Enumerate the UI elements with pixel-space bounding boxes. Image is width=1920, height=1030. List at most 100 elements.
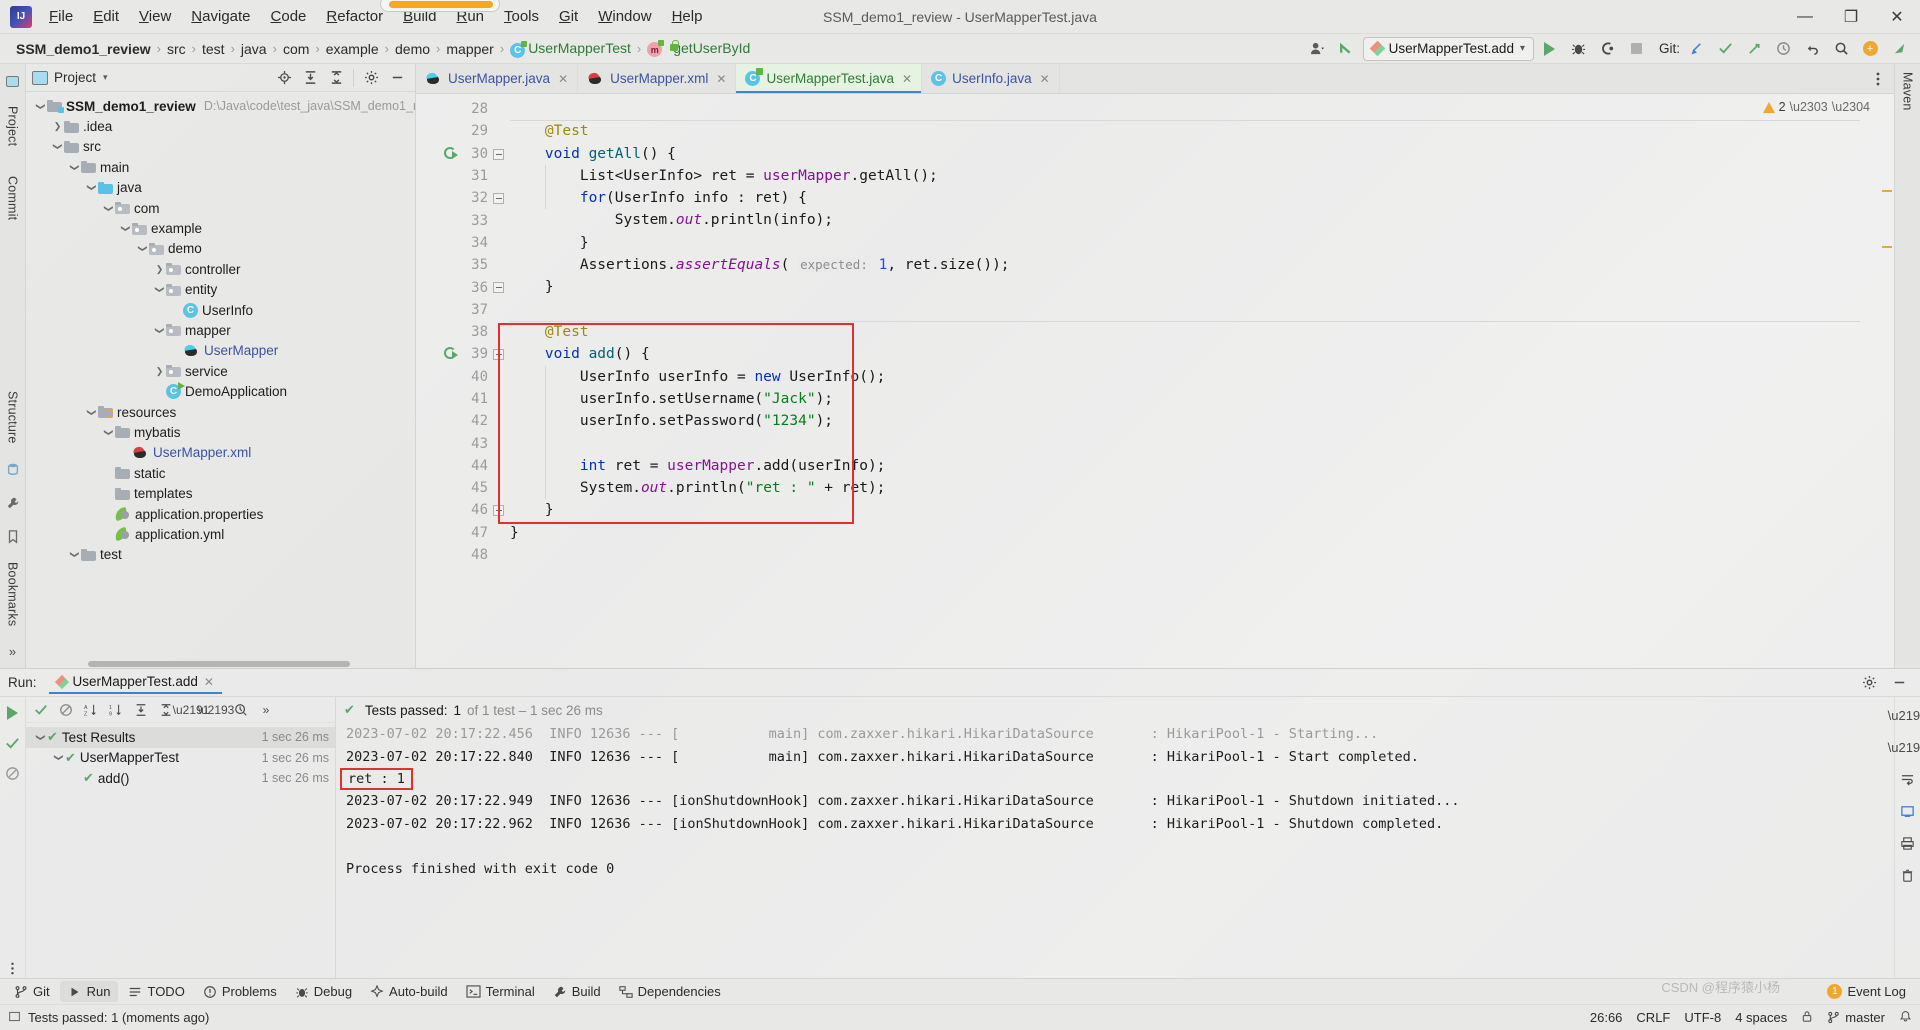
search-everywhere-icon[interactable] — [1828, 37, 1854, 61]
build-tools-rail-icon[interactable] — [3, 493, 23, 513]
tree-node-test[interactable]: ❯ test — [26, 545, 415, 565]
chevron-down-icon[interactable]: ❯ — [69, 161, 80, 174]
breadcrumb-src[interactable]: src — [161, 41, 192, 57]
breadcrumb-test[interactable]: test — [196, 41, 231, 57]
sort-by-duration-icon[interactable]: 19 — [105, 700, 127, 720]
code-line-37[interactable] — [494, 299, 1880, 321]
rerun-icon[interactable] — [3, 703, 23, 723]
git-push-icon[interactable] — [1741, 37, 1767, 61]
menu-item-window[interactable]: Window — [589, 4, 660, 29]
chevron-down-icon[interactable]: ❯ — [35, 731, 46, 744]
tree-node-entity[interactable]: ❯ entity — [26, 280, 415, 300]
bottom-bar-run[interactable]: Run — [59, 981, 119, 1002]
editor-gutter[interactable]: 28 29 30 31 32 33 34 35 36 37 38 39 40 41 42 43 44 45 46 47… — [416, 94, 504, 668]
scroll-up-icon[interactable]: \u2191 — [1888, 705, 1920, 725]
code-line-36[interactable]: } — [494, 276, 1880, 298]
editor-tabs-actions[interactable] — [1870, 64, 1894, 93]
tree-node-demo[interactable]: ❯ demo — [26, 239, 415, 259]
tree-node-userinfo[interactable]: ❯CUserInfo — [26, 300, 415, 320]
tree-node-application-properties[interactable]: ❯application.properties — [26, 504, 415, 524]
expand-all-icon[interactable] — [130, 700, 152, 720]
gutter-line-32[interactable]: 32 — [416, 187, 504, 209]
gutter-line-39[interactable]: 39 — [416, 343, 504, 365]
tree-node-src[interactable]: ❯ src — [26, 137, 415, 157]
breadcrumb-com[interactable]: com — [277, 41, 315, 57]
sidebar-item-structure[interactable]: Structure — [6, 383, 20, 452]
caret-position[interactable]: 26:66 — [1590, 1010, 1623, 1025]
run-test-gutter-icon[interactable] — [444, 347, 459, 362]
code-line-47[interactable]: } — [494, 522, 1880, 544]
gutter-line-38[interactable]: 38 — [416, 321, 494, 343]
gutter-line-47[interactable]: 47 — [416, 522, 494, 544]
soft-wrap-icon[interactable] — [1898, 769, 1918, 789]
editor-tab-usermapper-java[interactable]: UserMapper.java ✕ — [416, 64, 579, 93]
chevron-down-icon[interactable]: ❯ — [86, 181, 97, 194]
close-icon[interactable]: ✕ — [716, 72, 726, 86]
notifications-icon[interactable] — [1899, 1010, 1912, 1026]
editor-marker-bar[interactable] — [1880, 94, 1894, 668]
gutter-line-35[interactable]: 35 — [416, 254, 494, 276]
locate-file-icon[interactable] — [272, 67, 296, 89]
code-line-45[interactable]: System.out.println("ret : " + ret); — [494, 477, 1880, 499]
tree-node-usermapper-xml[interactable]: ❯UserMapper.xml — [26, 443, 415, 463]
breadcrumb-usermappertest[interactable]: C UserMapperTest — [504, 40, 637, 58]
chevron-down-icon[interactable]: ❯ — [154, 283, 165, 296]
chevron-down-icon[interactable]: ❯ — [103, 426, 114, 439]
chevron-down-icon[interactable]: ❯ — [154, 324, 165, 337]
code-line-46[interactable]: } — [494, 499, 1880, 521]
console-output[interactable]: 2023-07-02 20:17:22.456 INFO 12636 --- [… — [336, 723, 1894, 978]
test-more-icon[interactable]: » — [255, 700, 277, 720]
chevron-down-icon[interactable]: ❯ — [86, 406, 97, 419]
event-log-button[interactable]: 1 Event Log — [1819, 981, 1914, 1002]
sidebar-item-commit[interactable]: Commit — [6, 168, 20, 228]
project-rail-icon[interactable] — [3, 71, 23, 91]
breadcrumb-getuserbyid[interactable]: m getUserById — [641, 40, 756, 58]
inspection-widget[interactable]: 2 \u2303 \u2304 — [1762, 100, 1870, 114]
menu-item-file[interactable]: File — [40, 4, 82, 29]
debug-icon[interactable] — [1566, 37, 1592, 61]
tree-node-com[interactable]: ❯ com — [26, 198, 415, 218]
test-history-icon[interactable] — [230, 700, 252, 720]
gutter-line-33[interactable]: 33 — [416, 209, 494, 231]
tree-node-main[interactable]: ❯ main — [26, 157, 415, 177]
show-passed-tests-icon[interactable] — [30, 700, 52, 720]
undo-icon[interactable] — [1799, 37, 1825, 61]
menu-item-view[interactable]: View — [130, 4, 180, 29]
gutter-line-46[interactable]: 46 — [416, 499, 504, 521]
menu-item-code[interactable]: Code — [262, 4, 316, 29]
tree-node-demoapplication[interactable]: ❯CDemoApplication — [26, 381, 415, 401]
chevron-down-icon[interactable]: ❯ — [137, 242, 148, 255]
tree-node-mapper[interactable]: ❯ mapper — [26, 320, 415, 340]
menu-item-tools[interactable]: Tools — [495, 4, 548, 29]
chevron-right-icon[interactable]: ❯ — [153, 366, 166, 377]
close-icon[interactable]: ✕ — [902, 72, 912, 86]
code-line-42[interactable]: userInfo.setPassword("1234"); — [494, 410, 1880, 432]
breadcrumb-ssm-demo1-review[interactable]: SSM_demo1_review — [10, 41, 157, 57]
bottom-bar-problems[interactable]: Problems — [195, 981, 285, 1002]
close-icon[interactable]: ✕ — [558, 72, 568, 86]
close-button[interactable]: ✕ — [1874, 0, 1920, 34]
tree-node-example[interactable]: ❯ example — [26, 218, 415, 238]
tree-node-mybatis[interactable]: ❯ mybatis — [26, 422, 415, 442]
down-icon[interactable]: \u2193 — [198, 700, 235, 720]
scroll-to-end-icon[interactable] — [1898, 801, 1918, 821]
menu-item-navigate[interactable]: Navigate — [182, 4, 259, 29]
update-project-icon[interactable] — [1334, 37, 1360, 61]
editor-tab-usermappertest-java[interactable]: C UserMapperTest.java ✕ — [736, 64, 923, 93]
stop-icon[interactable] — [3, 763, 23, 783]
git-commit-icon[interactable] — [1683, 37, 1709, 61]
code-line-35[interactable]: Assertions.assertEquals( expected: 1, re… — [494, 254, 1880, 276]
test-row-usermappertest[interactable]: ❯ ✔ UserMapperTest 1 sec 26 ms — [26, 748, 335, 769]
git-update-icon[interactable] — [1712, 37, 1738, 61]
sidebar-item-project[interactable]: Project — [6, 98, 20, 154]
gutter-line-40[interactable]: 40 — [416, 366, 494, 388]
gutter-line-43[interactable]: 43 — [416, 432, 494, 454]
project-tree-hscrollbar[interactable] — [26, 659, 415, 668]
minimize-button[interactable]: — — [1782, 0, 1828, 34]
close-icon[interactable]: ✕ — [1040, 72, 1050, 86]
expand-all-icon[interactable] — [298, 67, 322, 89]
chevron-right-icon[interactable]: ❯ — [153, 264, 166, 275]
bottom-bar-git[interactable]: Git — [6, 981, 58, 1002]
read-only-icon[interactable] — [1801, 1010, 1813, 1026]
breadcrumb-demo[interactable]: demo — [389, 41, 436, 57]
